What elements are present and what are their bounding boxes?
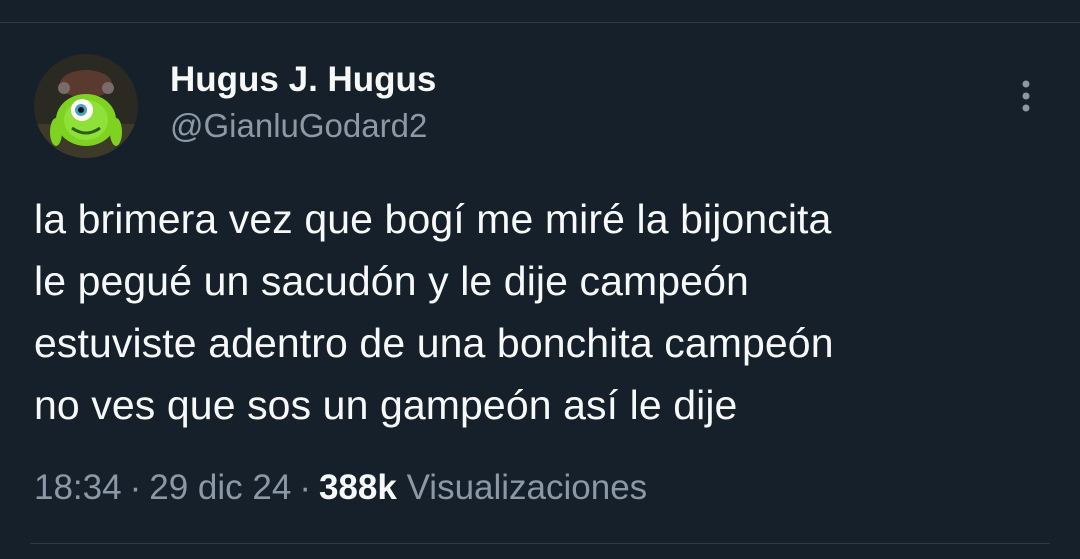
author-display-name[interactable]: Hugus J. Hugus (170, 58, 436, 102)
author-block: Hugus J. Hugus @GianluGodard2 (170, 58, 436, 148)
meta-separator: · (129, 468, 142, 507)
more-vertical-icon (1022, 80, 1030, 112)
tweet-time[interactable]: 18:34 (34, 468, 122, 507)
tweet-card: Hugus J. Hugus @GianluGodard2 la brimera… (0, 0, 1080, 559)
tweet-text: la brimera vez que bogí me miré la bijon… (34, 196, 834, 428)
tweet-meta: 18:34 · 29 dic 24 · 388k Visualizaciones (34, 466, 647, 510)
more-options-button[interactable] (1004, 74, 1048, 118)
avatar[interactable] (34, 54, 138, 158)
meta-separator: · (299, 468, 311, 507)
views-label: Visualizaciones (406, 468, 648, 507)
top-divider (0, 22, 1080, 23)
views-count: 388k (318, 468, 397, 507)
bottom-divider (30, 543, 1050, 544)
avatar-image (34, 54, 138, 158)
tweet-date[interactable]: 29 dic 24 (149, 468, 291, 507)
author-handle[interactable]: @GianluGodard2 (170, 104, 436, 148)
